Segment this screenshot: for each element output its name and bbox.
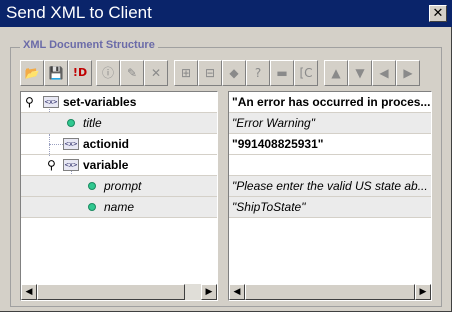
tree-row[interactable]: ⚲ <x> variable bbox=[21, 155, 217, 176]
pin-icon[interactable]: ⚲ bbox=[25, 94, 34, 110]
value-cell[interactable]: "Error Warning" bbox=[229, 113, 431, 134]
help-icon[interactable]: ? bbox=[246, 60, 270, 86]
move-left-icon[interactable]: ◀ bbox=[372, 60, 396, 86]
move-right-icon[interactable]: ▶ bbox=[396, 60, 420, 86]
value-cell[interactable]: "ShipToState" bbox=[229, 197, 431, 218]
edit-icon[interactable]: ✎ bbox=[120, 60, 144, 86]
node-label: prompt bbox=[104, 179, 142, 193]
open-icon[interactable]: 📂 bbox=[20, 60, 44, 86]
pin-icon[interactable]: ⚲ bbox=[47, 157, 56, 173]
node-label: name bbox=[104, 200, 135, 214]
element-icon: <x> bbox=[43, 96, 59, 108]
toolbar: 📂 💾 !D ⓘ ✎ ✕ ⊞ ⊟ ◆? ▬ [C ▲ ▼ ◀ ▶ bbox=[20, 60, 432, 87]
left-horizontal-scrollbar[interactable]: ◀ ▶ bbox=[21, 284, 217, 300]
value-cell[interactable]: "991408825931" bbox=[229, 134, 431, 155]
title-bar[interactable]: Send XML to Client ✕ bbox=[0, 0, 452, 27]
id-icon[interactable]: !D bbox=[68, 60, 92, 86]
add-sibling-icon[interactable]: ⊟ bbox=[198, 60, 222, 86]
add-child-icon[interactable]: ⊞ bbox=[174, 60, 198, 86]
scroll-left-icon[interactable]: ◀ bbox=[229, 284, 245, 300]
move-down-icon[interactable]: ▼ bbox=[348, 60, 372, 86]
delete-icon[interactable]: ✕ bbox=[144, 60, 168, 86]
scroll-right-icon[interactable]: ▶ bbox=[201, 284, 217, 300]
tree-row[interactable]: ⚲ <x> set-variables bbox=[21, 92, 217, 113]
scroll-thumb[interactable] bbox=[245, 284, 415, 300]
scroll-left-icon[interactable]: ◀ bbox=[21, 284, 37, 300]
info-icon[interactable]: ⓘ bbox=[96, 60, 120, 86]
group-label: XML Document Structure bbox=[20, 39, 158, 51]
node-label: set-variables bbox=[63, 95, 137, 109]
tree-row[interactable]: prompt bbox=[21, 176, 217, 197]
splitter[interactable] bbox=[218, 91, 228, 301]
tree-row[interactable]: title bbox=[21, 113, 217, 134]
close-button[interactable]: ✕ bbox=[429, 5, 447, 22]
window-title: Send XML to Client bbox=[6, 3, 152, 22]
tree-row[interactable]: name bbox=[21, 197, 217, 218]
scroll-right-icon[interactable]: ▶ bbox=[415, 284, 431, 300]
right-horizontal-scrollbar[interactable]: ◀ ▶ bbox=[229, 284, 431, 300]
value-cell[interactable]: "Please enter the valid US state ab... bbox=[229, 176, 431, 197]
comment-icon[interactable]: ▬ bbox=[270, 60, 294, 86]
value-cell[interactable] bbox=[229, 155, 431, 176]
node-label: variable bbox=[83, 158, 129, 172]
cdata-icon[interactable]: [C bbox=[294, 60, 318, 86]
tag-icon[interactable]: ◆ bbox=[222, 60, 246, 86]
attribute-icon bbox=[88, 203, 96, 211]
value-cell[interactable]: "An error has occurred in proces... bbox=[229, 92, 431, 113]
attribute-icon bbox=[88, 182, 96, 190]
scroll-thumb[interactable] bbox=[37, 284, 185, 300]
node-label: actionid bbox=[83, 137, 130, 151]
attribute-icon bbox=[67, 119, 75, 127]
node-label: title bbox=[83, 116, 102, 130]
value-panel[interactable]: "An error has occurred in proces... "Err… bbox=[228, 91, 432, 301]
tree-row[interactable]: <x> actionid bbox=[21, 134, 217, 155]
save-icon[interactable]: 💾 bbox=[44, 60, 68, 86]
element-icon: <x> bbox=[63, 138, 79, 150]
tree-panel[interactable]: ⚲ <x> set-variables title <x> actionid ⚲… bbox=[20, 91, 218, 301]
element-icon: <x> bbox=[63, 159, 79, 171]
send-xml-dialog: Send XML to Client ✕ XML Document Struct… bbox=[0, 0, 452, 312]
move-up-icon[interactable]: ▲ bbox=[324, 60, 348, 86]
